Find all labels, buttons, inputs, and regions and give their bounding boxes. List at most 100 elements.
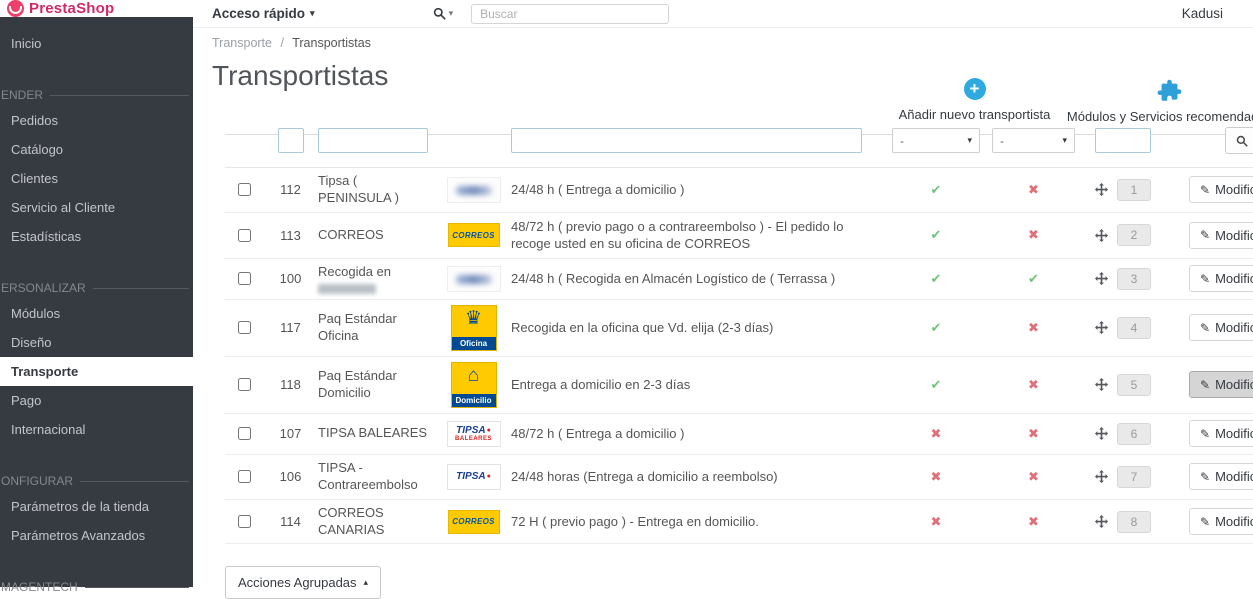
filter-free-shipping-select[interactable]: - ▾ xyxy=(992,128,1075,153)
edit-button[interactable]: ✎ Modificar xyxy=(1189,265,1253,293)
section-header-vender: ENDER xyxy=(0,84,193,106)
position-cell: 2 xyxy=(1081,219,1189,251)
quick-access-menu[interactable]: Acceso rápido ▾ xyxy=(212,6,315,21)
row-checkbox[interactable] xyxy=(237,427,251,441)
move-handle-icon[interactable] xyxy=(1095,272,1108,286)
sidebar-item-servicio-al-cliente[interactable]: Servicio al Cliente xyxy=(0,193,193,222)
filter-id-input[interactable] xyxy=(277,128,304,153)
filter-search-button[interactable]: Buscar xyxy=(1225,127,1253,154)
row-checkbox[interactable] xyxy=(237,515,251,529)
status-disabled-icon[interactable]: ✖ xyxy=(931,514,942,529)
add-carrier-button[interactable]: + Añadir nuevo transportista xyxy=(877,78,1072,124)
free-shipping-disabled-icon[interactable]: ✖ xyxy=(1028,426,1039,441)
filter-status-select[interactable]: - ▾ xyxy=(892,128,980,153)
free-shipping-disabled-icon[interactable]: ✖ xyxy=(1028,227,1039,242)
free-shipping-disabled-icon[interactable]: ✖ xyxy=(1028,469,1039,484)
status-enabled-icon[interactable]: ✔ xyxy=(931,377,942,392)
position-cell: 8 xyxy=(1081,506,1189,538)
global-search-input[interactable] xyxy=(471,3,670,24)
search-icon xyxy=(1236,135,1248,147)
edit-button[interactable]: ✎ Modificar xyxy=(1189,314,1253,342)
breadcrumb-current: Transportistas xyxy=(292,36,371,50)
move-handle-icon[interactable] xyxy=(1095,470,1108,484)
carrier-id: 117 xyxy=(280,320,301,336)
sidebar-item-internacional[interactable]: Internacional xyxy=(0,415,193,444)
user-menu[interactable]: Kadusi xyxy=(1182,6,1223,21)
move-handle-icon[interactable] xyxy=(1095,228,1108,242)
status-enabled-icon[interactable]: ✔ xyxy=(931,271,942,286)
position-badge: 1 xyxy=(1117,178,1151,201)
search-type-selector[interactable]: ▾ xyxy=(433,7,453,20)
row-checkbox[interactable] xyxy=(237,470,251,484)
sidebar-item-pedidos[interactable]: Pedidos xyxy=(0,106,193,135)
sidebar-item-parametros-avanzados[interactable]: Parámetros Avanzados xyxy=(0,521,193,550)
page-content: Transporte / Transportistas Transportist… xyxy=(193,28,1253,599)
free-shipping-disabled-icon[interactable]: ✖ xyxy=(1028,182,1039,197)
carrier-row: 107 TIPSA BALEARES TIPSA ● BALEARES 48/72 h (… xyxy=(225,414,1253,455)
free-shipping-disabled-icon[interactable]: ✖ xyxy=(1028,377,1039,392)
status-cell: ✔ xyxy=(886,266,986,292)
prestashop-logo[interactable]: PrestaShop xyxy=(0,0,193,17)
edit-button[interactable]: ✎ Modificar xyxy=(1189,508,1253,536)
row-checkbox[interactable] xyxy=(237,378,251,392)
redacted-text xyxy=(318,283,376,294)
move-handle-icon[interactable] xyxy=(1095,515,1108,529)
status-disabled-icon[interactable]: ✖ xyxy=(931,469,942,484)
status-cell: ✖ xyxy=(886,421,986,447)
filter-delay-input[interactable] xyxy=(511,128,862,153)
filter-name-input[interactable] xyxy=(318,128,428,153)
move-handle-icon[interactable] xyxy=(1095,378,1108,392)
free-shipping-enabled-icon[interactable]: ✔ xyxy=(1028,271,1039,286)
edit-button[interactable]: ✎ Modificar xyxy=(1189,371,1253,399)
free-shipping-disabled-icon[interactable]: ✖ xyxy=(1028,320,1039,335)
row-checkbox[interactable] xyxy=(237,183,251,197)
edit-button[interactable]: ✎ Modificar xyxy=(1189,420,1253,448)
carrier-name: TIPSA - Contrareembolso xyxy=(318,459,418,492)
carrier-id: 107 xyxy=(279,426,302,442)
filter-free-shipping-cell: - ▾ xyxy=(986,123,1081,158)
prestashop-logo-icon xyxy=(7,0,24,17)
logo-subtext: BALEARES xyxy=(454,435,492,442)
move-handle-icon[interactable] xyxy=(1095,183,1108,197)
bulk-actions-button[interactable]: Acciones Agrupadas ▴ xyxy=(225,566,382,599)
puzzle-icon xyxy=(1157,78,1182,102)
move-handle-icon[interactable] xyxy=(1095,427,1108,441)
carrier-row: 118 Paq Estándar Domicilio ⌂ Domicilio Entre… xyxy=(225,357,1253,414)
status-enabled-icon[interactable]: ✔ xyxy=(931,227,942,242)
checkbox-cell xyxy=(225,510,263,533)
sidebar-item-transporte[interactable]: Transporte xyxy=(0,357,193,386)
free-shipping-cell: ✔ xyxy=(986,266,1081,292)
sidebar-item-modulos[interactable]: Módulos xyxy=(0,299,193,328)
carrier-logo-tipsa: TIPSA ● BALEARES xyxy=(446,420,501,447)
position-cell: 1 xyxy=(1081,174,1189,206)
edit-button[interactable]: ✎ Modificar xyxy=(1189,221,1253,249)
filter-free-shipping-value: - xyxy=(1000,133,1004,148)
edit-button[interactable]: ✎ Modificar xyxy=(1189,176,1253,204)
row-checkbox[interactable] xyxy=(237,321,251,335)
filter-delay-cell xyxy=(511,123,886,158)
filter-position-input[interactable] xyxy=(1095,128,1151,153)
row-checkbox[interactable] xyxy=(237,272,251,286)
status-disabled-icon[interactable]: ✖ xyxy=(931,426,942,441)
edit-cell: ✎ Modificar xyxy=(1189,309,1253,346)
breadcrumb-parent[interactable]: Transporte xyxy=(212,36,272,50)
status-enabled-icon[interactable]: ✔ xyxy=(931,320,942,335)
sidebar-item-clientes[interactable]: Clientes xyxy=(0,164,193,193)
carrier-name: CORREOS xyxy=(318,226,384,242)
sidebar-item-diseno[interactable]: Diseño xyxy=(0,328,193,357)
carrier-logo-tipsa: TIPSA ● xyxy=(446,463,501,490)
status-enabled-icon[interactable]: ✔ xyxy=(931,182,942,197)
free-shipping-disabled-icon[interactable]: ✖ xyxy=(1028,514,1039,529)
sidebar-item-parametros-de-la-tienda[interactable]: Parámetros de la tienda xyxy=(0,492,193,521)
sidebar-item-pago[interactable]: Pago xyxy=(0,386,193,415)
sidebar-item-inicio[interactable]: Inicio xyxy=(0,29,193,58)
carrier-name-cell: Tipsa ( PENINSULA ) xyxy=(318,168,436,212)
edit-button[interactable]: ✎ Modificar xyxy=(1189,463,1253,491)
carrier-delay: 72 H ( previo pago ) - Entrega en domici… xyxy=(511,513,759,529)
sidebar-item-catalogo[interactable]: Catálogo xyxy=(0,135,193,164)
sidebar-item-estadisticas[interactable]: Estadísticas xyxy=(0,222,193,251)
row-checkbox[interactable] xyxy=(237,228,251,242)
move-handle-icon[interactable] xyxy=(1095,321,1108,335)
sidebar: PrestaShop Inicio ENDER Pedidos Catálogo… xyxy=(0,0,193,594)
recommended-modules-button[interactable]: Módulos y Servicios recomendados xyxy=(1067,78,1253,124)
